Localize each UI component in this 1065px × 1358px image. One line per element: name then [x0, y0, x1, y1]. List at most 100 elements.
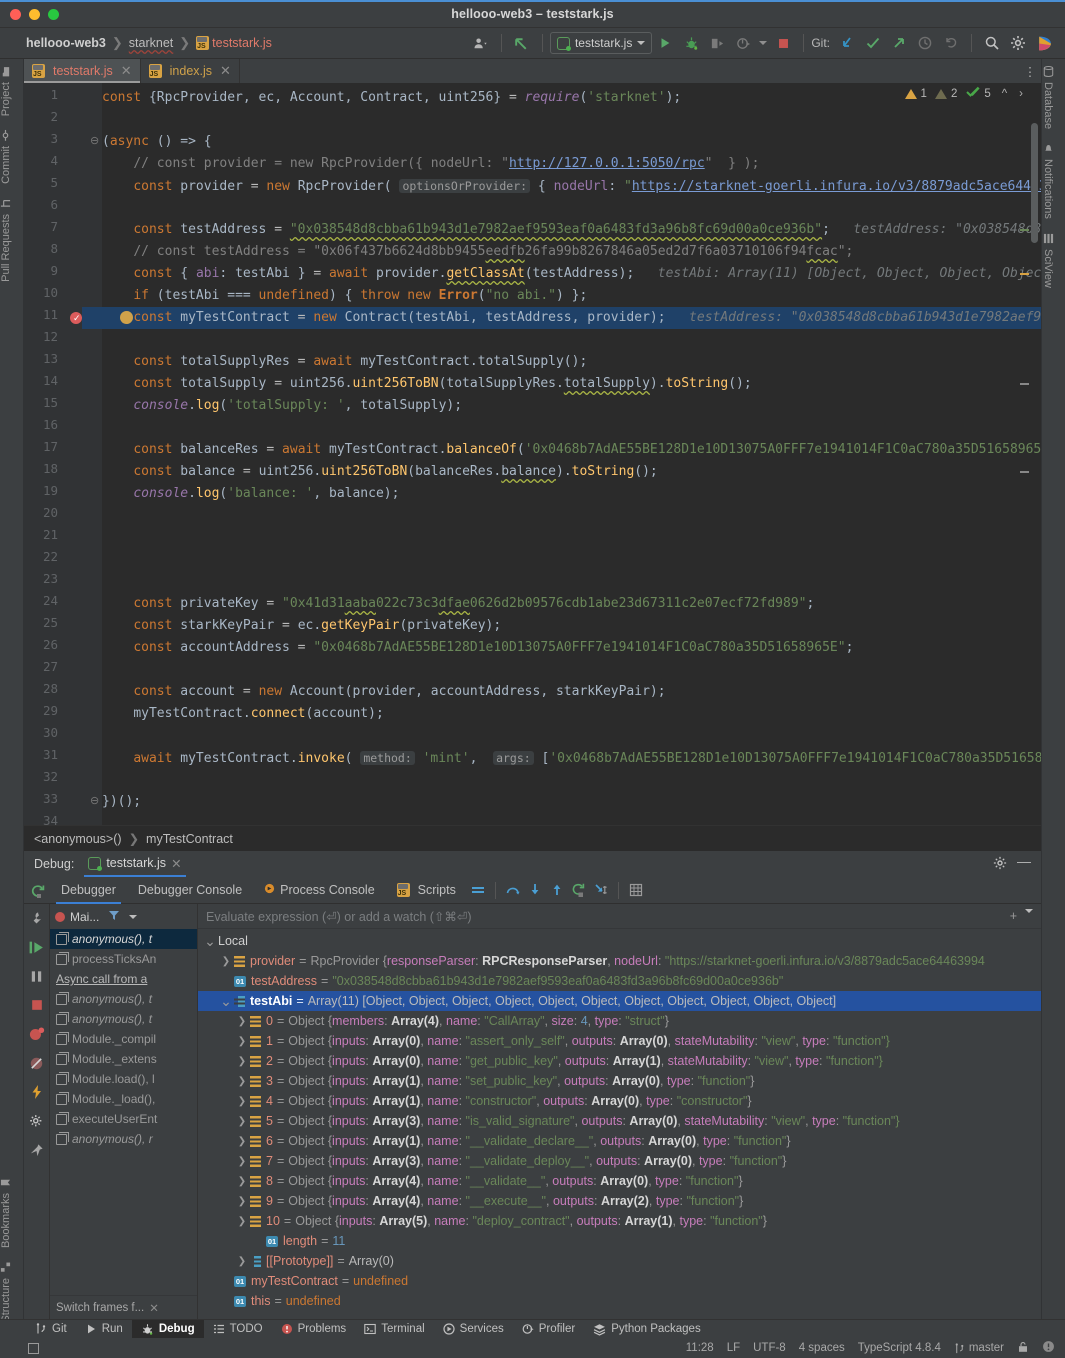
mute-breakpoints-icon[interactable] [27, 1053, 47, 1073]
chevron-right-icon[interactable]: ❯ [218, 956, 234, 967]
debug-icon[interactable] [678, 31, 704, 55]
rollback-icon[interactable] [938, 31, 964, 55]
frame-row[interactable]: executeUserEnt [50, 1109, 197, 1129]
code-line[interactable]: myTestContract.connect(account); [102, 703, 383, 725]
thread-selector[interactable]: Mai... [50, 904, 197, 929]
tool-window-button-python-packages[interactable]: Python Packages [584, 1320, 710, 1339]
next-problem-icon[interactable]: › [1019, 88, 1023, 100]
chevron-down-icon[interactable] [1025, 909, 1033, 913]
tab-debugger[interactable]: Debugger [50, 877, 127, 904]
marker-tick[interactable] [1020, 471, 1029, 473]
code-line[interactable]: const {RpcProvider, ec, Account, Contrac… [102, 87, 681, 109]
code-line[interactable]: console.log('balance: ', balance); [102, 483, 399, 505]
code-line[interactable]: const myTestContract = new Contract(test… [102, 307, 1041, 329]
push-icon[interactable] [886, 31, 912, 55]
variable-row[interactable]: ❯ 5 = Object {inputs: Array(3), name: "is_v… [198, 1111, 1041, 1131]
code-editor[interactable]: 1 2 3 4 5 6 7 8 9 10 11 12 13 14 15 16 17 18 19 20 21 22 23 24 2… [24, 83, 1041, 825]
close-icon[interactable]: ✕ [121, 63, 132, 79]
code-line[interactable]: const starkKeyPair = ec.getKeyPair(priva… [102, 615, 501, 637]
chevron-right-icon[interactable]: ❯ [234, 1056, 250, 1067]
chevron-right-icon[interactable]: ❯ [234, 1156, 250, 1167]
code-line[interactable]: const testAddress = "0x038548d8cbba61b94… [102, 219, 1041, 241]
marker-tick[interactable] [1020, 273, 1029, 275]
chevron-down-icon[interactable]: ⌄ [202, 934, 218, 948]
variable-row[interactable]: ❯ 3 = Object {inputs: Array(1), name: "set_… [198, 1071, 1041, 1091]
code-line[interactable]: })(); [102, 791, 141, 813]
sidebar-item-notifications[interactable]: Notifications [1042, 136, 1054, 226]
inspection-widget[interactable]: 1 2 5 ^ › [904, 86, 1023, 101]
indent-setting[interactable]: 4 spaces [799, 1342, 845, 1354]
settings-icon[interactable] [993, 856, 1007, 873]
rerun-icon[interactable] [28, 881, 48, 901]
line-separator[interactable]: LF [727, 1342, 740, 1354]
variable-row[interactable]: ❯ 9 = Object {inputs: Array(4), name: "__ex… [198, 1191, 1041, 1211]
breadcrumb-file[interactable]: teststark.js [212, 36, 272, 50]
chevron-right-icon[interactable]: ❯ [234, 1216, 250, 1227]
variable-row[interactable]: ❯ 0 = Object {members: Array(4), name: "Cal… [198, 1011, 1041, 1031]
language-version[interactable]: TypeScript 4.8.4 [858, 1342, 941, 1354]
minimize-window-icon[interactable] [29, 9, 40, 20]
frame-row[interactable]: anonymous(), t [50, 1009, 197, 1029]
pause-program-icon[interactable] [27, 966, 47, 986]
code-line[interactable]: const totalSupply = uint256.uint256ToBN(… [102, 373, 751, 395]
maximize-window-icon[interactable] [48, 9, 59, 20]
chevron-right-icon[interactable]: ❯ [234, 1116, 250, 1127]
marker-tick[interactable] [1020, 383, 1029, 385]
search-icon[interactable] [979, 31, 1005, 55]
chevron-down-icon[interactable]: ⌄ [218, 994, 234, 1008]
variable-row[interactable]: ❯ 10 = Object {inputs: Array(5), name: "dep… [198, 1211, 1041, 1231]
profile-icon[interactable] [730, 31, 756, 55]
file-encoding[interactable]: UTF-8 [753, 1342, 786, 1354]
variable-row[interactable]: 01 testAddress = "0x038548d8cbba61b943d1e79… [198, 971, 1041, 991]
step-over-icon[interactable] [502, 879, 524, 901]
frame-variable-name[interactable]: myTestContract [146, 832, 233, 846]
view-breakpoints-icon[interactable] [27, 1024, 47, 1044]
tool-window-button-terminal[interactable]: Terminal [355, 1320, 433, 1339]
console-panel-icon[interactable] [625, 879, 647, 901]
chevron-down-icon[interactable] [129, 914, 138, 919]
chevron-right-icon[interactable]: ❯ [234, 1076, 250, 1087]
close-icon[interactable]: ✕ [149, 1301, 159, 1315]
chevron-right-icon[interactable]: ❯ [234, 1196, 250, 1207]
sidebar-item-bookmarks[interactable]: Bookmarks [0, 1170, 12, 1255]
chevron-down-icon[interactable] [637, 41, 646, 45]
breadcrumb-project[interactable]: hellooo-web3 [26, 36, 106, 50]
sidebar-item-pull-requests[interactable]: Pull Requests [0, 191, 12, 289]
sidebar-item-sciview[interactable]: SciView [1042, 226, 1054, 295]
variable-row[interactable]: 01 myTestContract = undefined [198, 1271, 1041, 1291]
code-fold-icon[interactable]: ⊖ [90, 794, 99, 807]
step-into-icon[interactable] [524, 879, 546, 901]
breadcrumb-folder[interactable]: starknet [129, 36, 173, 50]
frames-list[interactable]: anonymous(), t processTicksAn Async call f… [50, 929, 197, 1295]
run-to-cursor-icon[interactable] [568, 879, 590, 901]
frame-row[interactable]: anonymous(), r [50, 1129, 197, 1149]
ai-assistant-icon[interactable] [1031, 31, 1057, 55]
frame-function-name[interactable]: <anonymous>() [34, 832, 122, 846]
user-icon[interactable] [468, 31, 494, 55]
update-project-icon[interactable] [834, 31, 860, 55]
force-run-icon[interactable] [27, 1082, 47, 1102]
cursor-position[interactable]: 11:28 [686, 1342, 714, 1354]
frame-row[interactable]: anonymous(), t [50, 929, 197, 949]
history-icon[interactable] [912, 31, 938, 55]
code-line[interactable]: const privateKey = "0x41d31aaba022c73c3d… [102, 593, 814, 615]
variable-row[interactable]: ❯ 8 = Object {inputs: Array(4), name: "__va… [198, 1171, 1041, 1191]
editor-tab-teststark[interactable]: teststark.js ✕ [24, 59, 141, 83]
show-tool-windows-icon[interactable] [28, 1342, 39, 1354]
tool-window-button-todo[interactable]: TODO [204, 1320, 272, 1339]
commit-icon[interactable] [860, 31, 886, 55]
variable-row[interactable]: ❯ 2 = Object {inputs: Array(0), name: "get_… [198, 1051, 1041, 1071]
chevron-right-icon[interactable]: ❯ [234, 1036, 250, 1047]
frame-row[interactable]: Module._compil [50, 1029, 197, 1049]
prev-problem-icon[interactable]: ^ [1002, 88, 1007, 100]
frame-row[interactable]: processTicksAn [50, 949, 197, 969]
git-branch[interactable]: master [954, 1342, 1004, 1354]
settings-wrench-icon[interactable] [27, 908, 47, 928]
tool-window-button-services[interactable]: Services [434, 1320, 513, 1339]
frame-row[interactable]: anonymous(), t [50, 989, 197, 1009]
notifications-icon[interactable] [1042, 1340, 1055, 1356]
variable-row[interactable]: ⌄ Local [198, 931, 1041, 951]
layout-icon[interactable] [467, 879, 489, 901]
back-arrow-icon[interactable] [509, 31, 535, 55]
code-line[interactable]: await myTestContract.invoke( method: 'mi… [102, 747, 1041, 770]
